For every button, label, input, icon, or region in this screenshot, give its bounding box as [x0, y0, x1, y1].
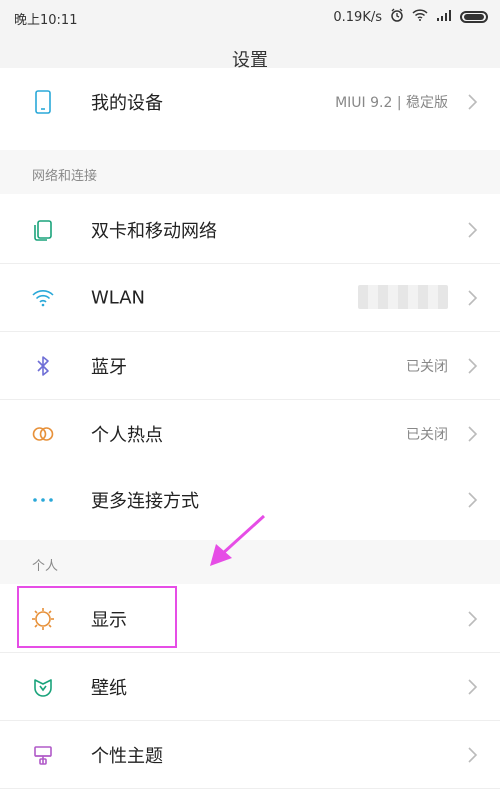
item-value: 已关闭	[406, 358, 448, 375]
section-network: 网络和连接	[0, 150, 500, 194]
section-title: 网络和连接	[32, 169, 98, 184]
status-icons: 0.19K/s	[333, 8, 488, 26]
network-speed: 0.19K/s	[333, 9, 382, 25]
annotation-arrow-icon	[210, 514, 266, 566]
item-label: 更多连接方式	[91, 490, 199, 512]
chevron-right-icon	[466, 356, 480, 376]
status-bar: 晚上10:11 0.19K/s	[0, 0, 500, 34]
signal-icon	[436, 9, 452, 25]
bluetooth-icon	[30, 353, 56, 379]
wifi-icon	[30, 285, 56, 311]
item-wallpaper[interactable]: 壁纸	[0, 653, 500, 720]
item-label: 双卡和移动网络	[91, 220, 217, 242]
phone-icon	[30, 89, 56, 115]
chevron-right-icon	[466, 424, 480, 444]
more-dots-icon	[30, 487, 56, 513]
hotspot-icon	[30, 421, 56, 447]
highlight-box	[17, 586, 177, 648]
chevron-right-icon	[466, 490, 480, 510]
chevron-right-icon	[466, 220, 480, 240]
item-theme[interactable]: 个性主题	[0, 721, 500, 788]
network-name-blurred	[358, 285, 448, 309]
sim-card-icon	[30, 217, 56, 243]
alarm-icon	[390, 8, 404, 26]
chevron-right-icon	[466, 745, 480, 765]
wifi-status-icon	[412, 9, 428, 25]
chevron-right-icon	[466, 677, 480, 697]
my-device-version: MIUI 9.2 | 稳定版	[335, 94, 448, 111]
battery-icon	[460, 11, 488, 23]
item-value: 已关闭	[406, 426, 448, 443]
wallpaper-icon	[30, 674, 56, 700]
divider	[0, 788, 500, 789]
theme-icon	[30, 742, 56, 768]
status-time: 晚上10:11	[14, 13, 78, 28]
item-dual-sim[interactable]: 双卡和移动网络	[0, 196, 500, 263]
item-label: 蓝牙	[91, 356, 127, 378]
my-device-label: 我的设备	[91, 92, 163, 114]
item-bluetooth[interactable]: 蓝牙 已关闭	[0, 332, 500, 399]
chevron-right-icon	[466, 609, 480, 629]
my-device-item[interactable]: 我的设备 MIUI 9.2 | 稳定版	[0, 68, 500, 135]
chevron-right-icon	[466, 92, 480, 112]
chevron-right-icon	[466, 288, 480, 308]
item-hotspot[interactable]: 个人热点 已关闭	[0, 400, 500, 467]
item-wlan[interactable]: WLAN	[0, 264, 500, 331]
item-label: WLAN	[91, 287, 146, 308]
section-title: 个人	[32, 559, 59, 574]
item-label: 个人热点	[91, 424, 163, 446]
item-label: 壁纸	[91, 677, 127, 699]
item-label: 个性主题	[91, 745, 163, 767]
